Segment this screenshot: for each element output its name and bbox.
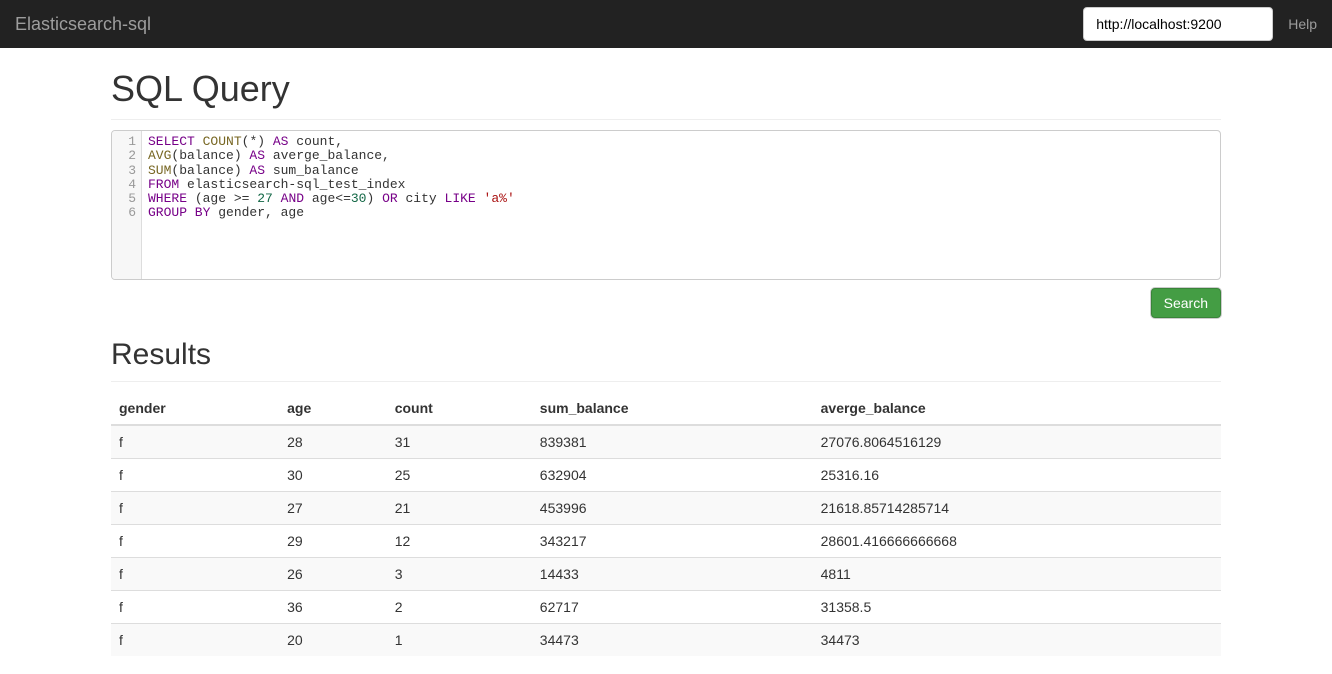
table-cell: 28601.416666666668 <box>813 525 1221 558</box>
table-cell: 14433 <box>532 558 813 591</box>
table-row: f272145399621618.85714285714 <box>111 492 1221 525</box>
table-cell: 28 <box>279 425 387 459</box>
table-cell: 62717 <box>532 591 813 624</box>
results-table: genderagecountsum_balanceaverge_balance … <box>111 392 1221 656</box>
editor-code[interactable]: SELECT COUNT(*) AS count, AVG(balance) A… <box>142 131 1220 279</box>
table-cell: 3 <box>387 558 532 591</box>
navbar: Elasticsearch-sql Help <box>0 0 1332 48</box>
table-cell: f <box>111 459 279 492</box>
table-cell: 34473 <box>532 624 813 657</box>
search-row: Search <box>111 288 1221 318</box>
table-row: f263144334811 <box>111 558 1221 591</box>
table-cell: 30 <box>279 459 387 492</box>
results-title: Results <box>111 338 1221 382</box>
table-cell: 25 <box>387 459 532 492</box>
table-header-row: genderagecountsum_balanceaverge_balance <box>111 392 1221 425</box>
navbar-right: Help <box>1083 7 1317 41</box>
table-cell: 632904 <box>532 459 813 492</box>
table-cell: f <box>111 591 279 624</box>
table-cell: 29 <box>279 525 387 558</box>
table-body: f283183938127076.8064516129f302563290425… <box>111 425 1221 656</box>
column-header[interactable]: age <box>279 392 387 425</box>
table-cell: 26 <box>279 558 387 591</box>
table-cell: 31358.5 <box>813 591 1221 624</box>
table-cell: f <box>111 425 279 459</box>
table-cell: 4811 <box>813 558 1221 591</box>
table-cell: 27076.8064516129 <box>813 425 1221 459</box>
table-cell: 1 <box>387 624 532 657</box>
table-row: f291234321728601.416666666668 <box>111 525 1221 558</box>
table-cell: 12 <box>387 525 532 558</box>
table-cell: 25316.16 <box>813 459 1221 492</box>
table-cell: 21618.85714285714 <box>813 492 1221 525</box>
column-header[interactable]: gender <box>111 392 279 425</box>
editor-gutter: 1 2 3 4 5 6 <box>112 131 142 279</box>
table-cell: 2 <box>387 591 532 624</box>
table-row: f3626271731358.5 <box>111 591 1221 624</box>
table-row: f2013447334473 <box>111 624 1221 657</box>
table-cell: f <box>111 525 279 558</box>
search-button[interactable]: Search <box>1151 288 1221 318</box>
table-cell: 31 <box>387 425 532 459</box>
main-container: SQL Query 1 2 3 4 5 6 SELECT COUNT(*) AS… <box>96 68 1236 656</box>
table-cell: 20 <box>279 624 387 657</box>
column-header[interactable]: sum_balance <box>532 392 813 425</box>
table-cell: 34473 <box>813 624 1221 657</box>
sql-editor[interactable]: 1 2 3 4 5 6 SELECT COUNT(*) AS count, AV… <box>111 130 1221 280</box>
column-header[interactable]: count <box>387 392 532 425</box>
table-cell: f <box>111 624 279 657</box>
table-cell: 453996 <box>532 492 813 525</box>
page-title: SQL Query <box>111 68 1221 120</box>
table-cell: 36 <box>279 591 387 624</box>
table-cell: f <box>111 558 279 591</box>
table-cell: 21 <box>387 492 532 525</box>
host-input[interactable] <box>1083 7 1273 41</box>
table-cell: 27 <box>279 492 387 525</box>
table-row: f283183938127076.8064516129 <box>111 425 1221 459</box>
help-link[interactable]: Help <box>1288 16 1317 32</box>
table-cell: f <box>111 492 279 525</box>
table-cell: 839381 <box>532 425 813 459</box>
table-row: f302563290425316.16 <box>111 459 1221 492</box>
navbar-brand[interactable]: Elasticsearch-sql <box>15 14 151 35</box>
column-header[interactable]: averge_balance <box>813 392 1221 425</box>
table-cell: 343217 <box>532 525 813 558</box>
